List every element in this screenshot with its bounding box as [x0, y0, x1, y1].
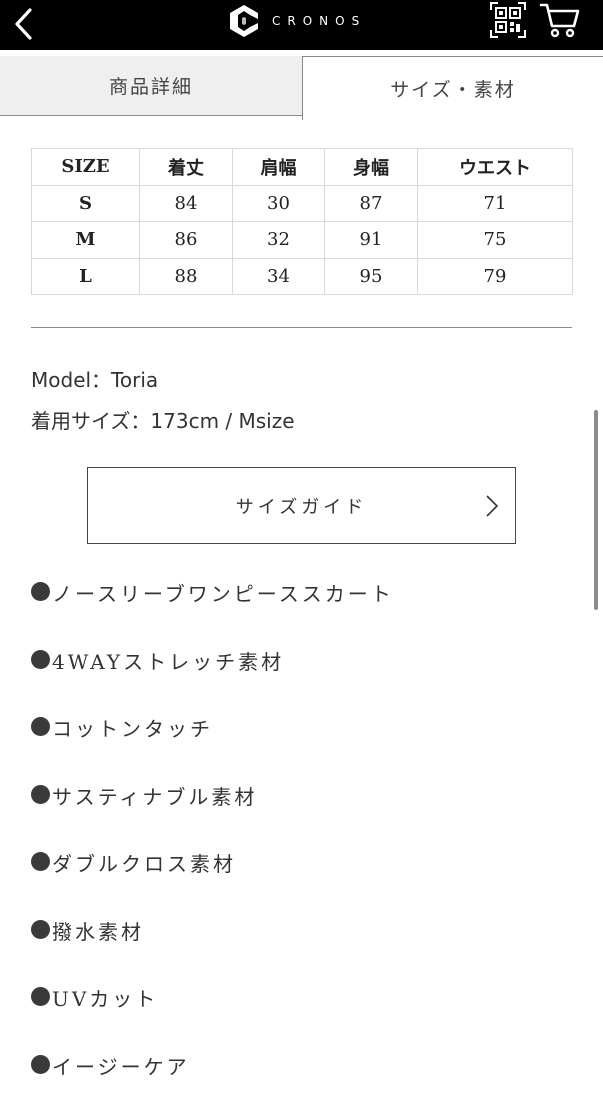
list-item: 4WAYストレッチ素材: [31, 636, 581, 704]
table-cell: 86: [140, 222, 233, 259]
bullet-icon: [31, 582, 50, 601]
app-header: CRONOS: [0, 0, 603, 50]
list-item: ノースリーブワンピーススカート: [31, 568, 581, 636]
feature-text: 撥水素材: [52, 916, 144, 945]
section-divider: [31, 327, 572, 328]
table-cell: 32: [233, 222, 325, 259]
list-item: ダブルクロス素材: [31, 838, 581, 906]
list-item: UVカット: [31, 973, 581, 1041]
cart-icon: [539, 2, 581, 38]
qr-button[interactable]: [487, 0, 529, 40]
bullet-icon: [31, 1055, 50, 1074]
column-header-chest: 身幅: [325, 149, 418, 186]
qr-code-icon: [489, 1, 527, 39]
table-cell: M: [32, 222, 140, 259]
feature-text: ノースリーブワンピーススカート: [52, 578, 394, 607]
feature-list: ノースリーブワンピーススカート 4WAYストレッチ素材 コットンタッチ サスティ…: [31, 568, 581, 1108]
feature-text: コットンタッチ: [52, 713, 213, 742]
table-cell: 34: [233, 258, 325, 295]
column-header-waist: ウエスト: [418, 149, 573, 186]
brand-name: CRONOS: [272, 14, 366, 28]
table-cell: L: [32, 258, 140, 295]
bullet-icon: [31, 920, 50, 939]
brand-logo[interactable]: CRONOS: [226, 3, 366, 39]
bullet-icon: [31, 650, 50, 669]
model-wearing-size: 着用サイズ：173cm / Msize: [31, 405, 295, 434]
table-header-row: SIZE 着丈 肩幅 身幅 ウエスト: [32, 149, 573, 186]
list-item: イージーケア: [31, 1041, 581, 1108]
table-row: S 84 30 87 71: [32, 185, 573, 222]
table-cell: 87: [325, 185, 418, 222]
scrollbar[interactable]: [594, 410, 598, 610]
tab-product-details[interactable]: 商品詳細: [0, 56, 303, 116]
list-item: コットンタッチ: [31, 703, 581, 771]
bullet-icon: [31, 785, 50, 804]
feature-text: イージーケア: [52, 1051, 190, 1080]
feature-text: UVカット: [52, 983, 158, 1012]
model-name: Model：Toria: [31, 364, 158, 393]
cronos-logo-icon: [226, 3, 262, 39]
column-header-shoulder: 肩幅: [233, 149, 325, 186]
table-row: L 88 34 95 79: [32, 258, 573, 295]
table-cell: 79: [418, 258, 573, 295]
feature-text: 4WAYストレッチ素材: [52, 646, 284, 675]
table-cell: 30: [233, 185, 325, 222]
feature-text: ダブルクロス素材: [52, 848, 236, 877]
table-cell: 91: [325, 222, 418, 259]
size-guide-button[interactable]: サイズガイド: [87, 467, 516, 544]
list-item: 撥水素材: [31, 906, 581, 974]
column-header-size: SIZE: [32, 149, 140, 186]
table-cell: 71: [418, 185, 573, 222]
table-cell: S: [32, 185, 140, 222]
tab-size-material[interactable]: サイズ・素材: [302, 56, 603, 120]
back-button[interactable]: [6, 4, 40, 44]
bullet-icon: [31, 852, 50, 871]
table-cell: 88: [140, 258, 233, 295]
chevron-left-icon: [12, 7, 34, 41]
feature-text: サスティナブル素材: [52, 781, 257, 810]
table-cell: 75: [418, 222, 573, 259]
chevron-right-icon: [485, 494, 499, 518]
table-cell: 84: [140, 185, 233, 222]
size-table: SIZE 着丈 肩幅 身幅 ウエスト S 84 30 87 71 M 86 32…: [31, 148, 573, 295]
bullet-icon: [31, 717, 50, 736]
tab-bar: 商品詳細 サイズ・素材: [0, 50, 603, 120]
size-guide-label: サイズガイド: [236, 493, 367, 519]
column-header-length: 着丈: [140, 149, 233, 186]
bullet-icon: [31, 987, 50, 1006]
table-row: M 86 32 91 75: [32, 222, 573, 259]
list-item: サスティナブル素材: [31, 771, 581, 839]
table-cell: 95: [325, 258, 418, 295]
cart-button[interactable]: [537, 0, 583, 40]
